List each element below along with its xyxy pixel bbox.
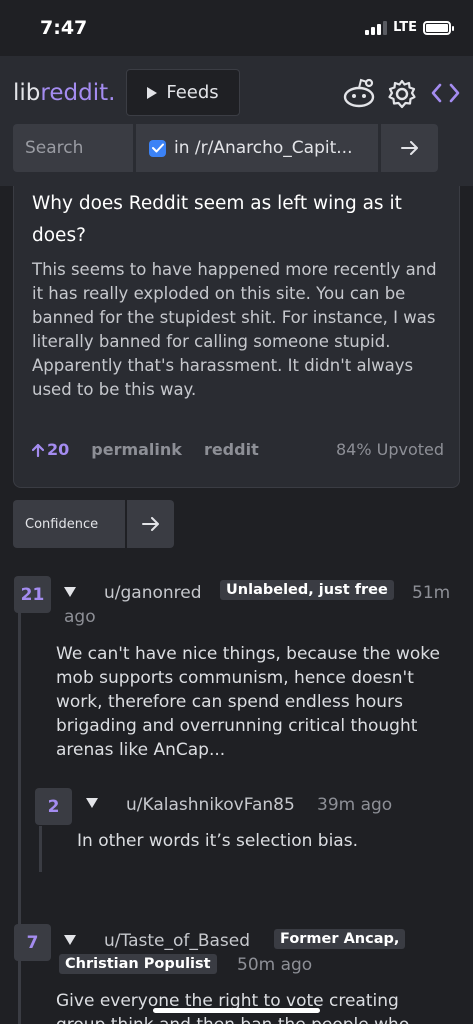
comment-time: 50m ago — [237, 955, 313, 975]
comment-body: We can't have nice things, because the w… — [56, 644, 440, 760]
post-score: 20 — [32, 440, 69, 459]
collapse-triangle-icon[interactable] — [64, 587, 76, 597]
permalink-link[interactable]: permalink — [91, 440, 182, 459]
collapse-triangle-icon[interactable] — [64, 935, 76, 945]
logo-lib-text: lib — [13, 80, 41, 106]
comment-thread-line[interactable] — [18, 612, 21, 1024]
comment-author[interactable]: u/ganonred — [104, 583, 202, 603]
comment-sort-select[interactable]: Confidence — [13, 500, 125, 548]
battery-icon — [423, 20, 454, 35]
post-footer: 20 permalink reddit 84% Upvoted — [32, 440, 444, 459]
arrow-right-icon — [400, 141, 418, 155]
arrow-right-icon — [141, 517, 159, 531]
post-title[interactable]: Why does Reddit seem as left wing as it … — [32, 188, 442, 252]
subreddit-scope-toggle[interactable]: in /r/Anarcho_Capit... — [136, 124, 378, 172]
search-input[interactable] — [13, 124, 133, 172]
user-flair-continued: Christian Populist — [59, 954, 217, 974]
post-body: This seems to have happened more recentl… — [32, 260, 437, 399]
code-brackets-icon[interactable] — [430, 82, 461, 104]
reddit-alien-icon[interactable] — [342, 78, 376, 108]
settings-gear-icon[interactable] — [386, 78, 418, 110]
status-bar: 7:47 LTE — [0, 0, 473, 56]
network-label: LTE — [393, 20, 417, 35]
comment-score: 7 — [14, 924, 51, 961]
reply-body: In other words it’s selection bias. — [77, 831, 358, 851]
expand-triangle-icon — [147, 86, 158, 99]
search-submit-button[interactable] — [381, 124, 438, 172]
status-indicators: LTE — [365, 20, 454, 35]
reply-author[interactable]: u/KalashnikovFan85 — [126, 795, 295, 815]
reddit-link[interactable]: reddit — [204, 440, 259, 459]
comment-author[interactable]: u/Taste_of_Based — [104, 931, 250, 951]
collapse-triangle-icon[interactable] — [86, 798, 98, 808]
feeds-button[interactable]: Feeds — [126, 69, 240, 116]
reply-time: 39m ago — [317, 795, 393, 815]
scope-label: in /r/Anarcho_Capit... — [174, 138, 353, 158]
reply-score: 2 — [35, 788, 72, 825]
sort-submit-button[interactable] — [127, 500, 174, 548]
upvote-ratio: 84% Upvoted — [335, 440, 444, 459]
home-indicator[interactable] — [153, 1008, 320, 1013]
user-flair: Former Ancap, — [274, 929, 406, 949]
post-card: Why does Reddit seem as left wing as it … — [13, 186, 460, 488]
signal-icon — [365, 20, 388, 35]
logo-reddit-text: reddit. — [40, 80, 116, 106]
feeds-label: Feeds — [166, 82, 219, 103]
sort-label: Confidence — [25, 516, 99, 532]
reply-thread-line[interactable] — [39, 826, 42, 872]
comment-score: 21 — [14, 576, 51, 613]
user-flair: Unlabeled, just free — [220, 580, 394, 600]
upvote-arrow-icon — [32, 443, 44, 457]
site-logo[interactable]: libreddit. — [13, 80, 115, 106]
comment-time: 51m — [412, 583, 451, 603]
post-score-value: 20 — [47, 440, 70, 459]
comment-body-continued: group think and then ban the people who — [56, 1013, 456, 1024]
checkbox-checked-icon[interactable] — [149, 139, 166, 157]
status-time: 7:47 — [40, 17, 88, 39]
comment-time-continued: ago — [64, 607, 96, 627]
